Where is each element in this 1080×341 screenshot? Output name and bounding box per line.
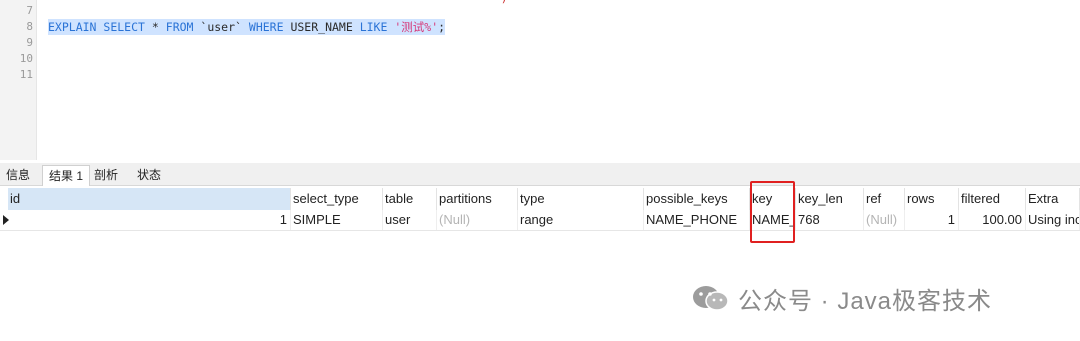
- column-header-select-type[interactable]: select_type: [291, 188, 383, 210]
- cell-id[interactable]: 1: [8, 210, 291, 230]
- sql-query-line[interactable]: EXPLAIN SELECT * FROM `user` WHERE USER_…: [48, 19, 446, 35]
- column-name: USER_NAME: [290, 20, 353, 34]
- column-header-table[interactable]: table: [383, 188, 437, 210]
- column-header-filtered[interactable]: filtered: [959, 188, 1026, 210]
- line-number: 11: [19, 68, 33, 81]
- cell-type[interactable]: range: [518, 210, 644, 230]
- cell-table[interactable]: user: [383, 210, 437, 230]
- cell-partitions[interactable]: (Null): [437, 210, 518, 230]
- column-header-possible-keys[interactable]: possible_keys: [644, 188, 750, 210]
- keyword-select: SELECT: [103, 20, 145, 34]
- cell-key-len[interactable]: 768: [796, 210, 864, 230]
- cell-extra[interactable]: Using inc: [1026, 210, 1080, 230]
- watermark: 公众号 · Java极客技术: [690, 280, 992, 316]
- keyword-where: WHERE: [248, 20, 284, 34]
- tab-info[interactable]: 信息: [0, 165, 36, 185]
- cell-ref[interactable]: (Null): [864, 210, 905, 230]
- result-tab-bar: 信息 结果 1 剖析 状态: [0, 163, 1080, 186]
- watermark-text: 公众号 · Java极客技术: [738, 287, 993, 315]
- tab-result-1[interactable]: 结果 1: [42, 165, 91, 186]
- previous-line-fragment: — ‾‾‾ ): [300, 0, 508, 5]
- wechat-icon: [690, 283, 730, 313]
- keyword-explain: EXPLAIN: [48, 20, 97, 34]
- string-literal: '测试%': [394, 20, 439, 34]
- keyword-from: FROM: [165, 20, 194, 34]
- cell-possible-keys[interactable]: NAME_PHONE: [644, 210, 750, 230]
- line-number: 9: [26, 36, 33, 49]
- cell-filtered[interactable]: 100.00: [959, 210, 1026, 230]
- line-number: 8: [26, 20, 33, 33]
- column-header-partitions[interactable]: partitions: [437, 188, 518, 210]
- row-divider: [0, 230, 1080, 231]
- key-column-highlight-box: [750, 181, 795, 243]
- cell-rows[interactable]: 1: [905, 210, 959, 230]
- tab-status[interactable]: 状态: [131, 165, 167, 185]
- keyword-like: LIKE: [359, 20, 388, 34]
- line-number-gutter: 7 8 9 10 11: [0, 0, 37, 160]
- column-header-extra[interactable]: Extra: [1026, 188, 1080, 210]
- semicolon: ;: [438, 20, 446, 34]
- column-header-type[interactable]: type: [518, 188, 644, 210]
- column-header-key-len[interactable]: key_len: [796, 188, 864, 210]
- select-star: *: [151, 20, 159, 34]
- line-number: 10: [19, 52, 33, 65]
- line-number: 7: [26, 4, 33, 17]
- cell-select-type[interactable]: SIMPLE: [291, 210, 383, 230]
- table-name: `user`: [200, 20, 242, 34]
- result-grid[interactable]: id select_type table partitions type pos…: [0, 188, 1080, 232]
- column-header-rows[interactable]: rows: [905, 188, 959, 210]
- column-header-id[interactable]: id: [8, 188, 291, 210]
- tab-profile[interactable]: 剖析: [88, 165, 124, 185]
- column-header-ref[interactable]: ref: [864, 188, 905, 210]
- sql-editor[interactable]: 7 8 9 10 11 — ‾‾‾ ) EXPLAIN SELECT * FRO…: [0, 0, 1080, 160]
